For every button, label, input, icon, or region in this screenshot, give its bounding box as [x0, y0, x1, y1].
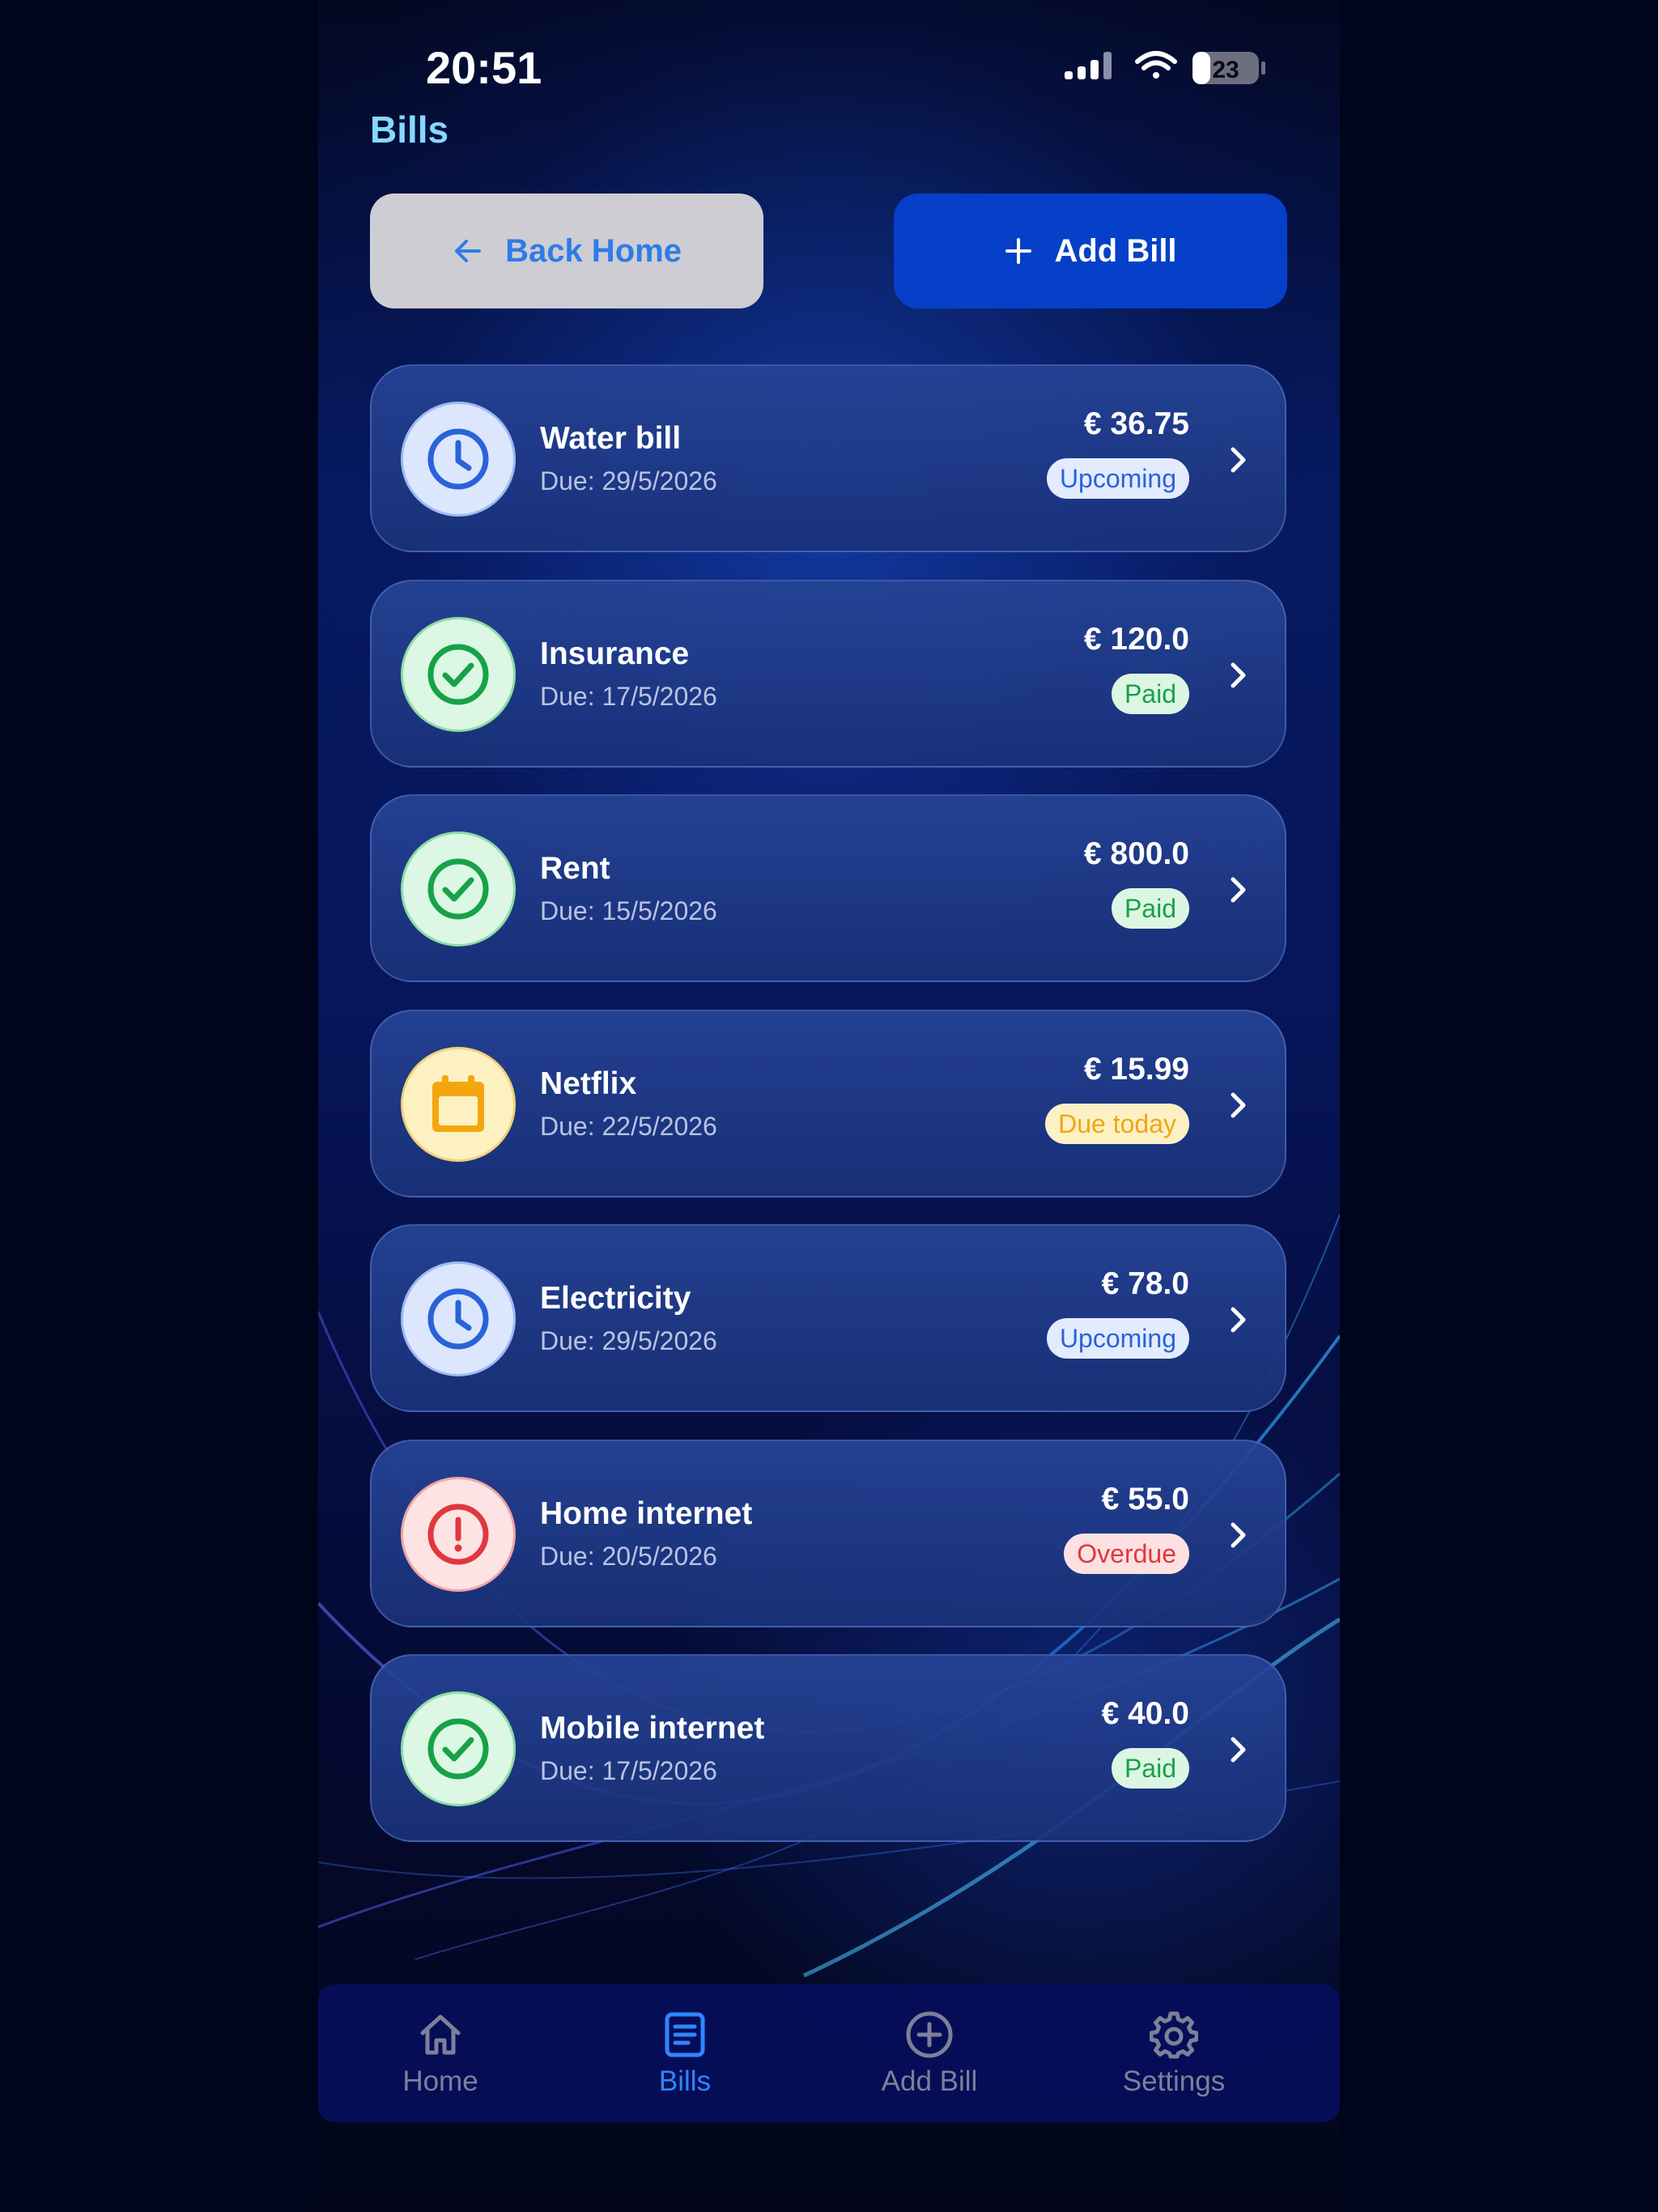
plus-icon — [1005, 238, 1032, 264]
bill-due-date: Due: 22/5/2026 — [540, 1112, 717, 1141]
chevron-right-icon — [1222, 444, 1254, 476]
bill-due-date: Due: 17/5/2026 — [540, 1756, 717, 1785]
bill-due-date: Due: 20/5/2026 — [540, 1542, 717, 1571]
bill-name: Mobile internet — [540, 1711, 765, 1746]
bill-amount: € 120.0 — [1083, 622, 1189, 657]
chevron-right-icon — [1222, 1089, 1254, 1121]
bill-amount: € 36.75 — [1083, 406, 1189, 441]
tab-bills[interactable]: Bills — [563, 1984, 807, 2122]
check-circle-icon — [401, 1691, 516, 1806]
bill-card[interactable]: Netflix Due: 22/5/2026 € 15.99 Due today — [370, 1010, 1286, 1197]
tab-label-bills: Bills — [658, 2065, 712, 2097]
bill-card[interactable]: Mobile internet Due: 17/5/2026 € 40.0 Paid — [370, 1654, 1286, 1842]
document-icon — [665, 2012, 705, 2057]
chevron-right-icon — [1222, 1733, 1254, 1766]
bill-due-date: Due: 15/5/2026 — [540, 896, 717, 925]
bill-name: Rent — [540, 851, 610, 886]
bill-card[interactable]: Insurance Due: 17/5/2026 € 120.0 Paid — [370, 580, 1286, 768]
wifi-icon — [1135, 51, 1177, 79]
bill-amount: € 78.0 — [1101, 1266, 1189, 1301]
tab-label-home: Home — [402, 2065, 478, 2097]
status-badge: Paid — [1111, 674, 1189, 714]
bill-card[interactable]: Electricity Due: 29/5/2026 € 78.0 Upcoming — [370, 1224, 1286, 1412]
add-bill-label: Add Bill — [1054, 232, 1177, 269]
chevron-right-icon — [1222, 659, 1254, 691]
cellular-signal-icon — [1065, 52, 1112, 79]
bill-card[interactable]: Home internet Due: 20/5/2026 € 55.0 Overdue — [370, 1440, 1286, 1627]
bill-name: Electricity — [540, 1281, 691, 1316]
bill-name: Water bill — [540, 421, 682, 456]
bill-amount: € 800.0 — [1083, 836, 1189, 871]
status-badge: Upcoming — [1046, 1318, 1189, 1359]
arrow-left-icon — [455, 240, 482, 262]
svg-text:23: 23 — [1212, 57, 1239, 83]
status-badge: Due today — [1045, 1104, 1189, 1144]
bill-amount: € 40.0 — [1101, 1696, 1189, 1731]
chevron-right-icon — [1222, 1519, 1254, 1551]
page-title: Bills — [370, 108, 449, 151]
bill-name: Home internet — [540, 1496, 753, 1531]
clock-icon — [401, 1261, 516, 1376]
tab-settings[interactable]: Settings — [1052, 1984, 1296, 2122]
plus-circle-icon — [906, 2011, 953, 2058]
bill-name: Netflix — [540, 1066, 637, 1101]
clock-icon — [401, 402, 516, 517]
bottom-tab-bar: Home Bills Add Bill Settings — [318, 1984, 1340, 2122]
bill-card[interactable]: Water bill Due: 29/5/2026 € 36.75 Upcoming — [370, 364, 1286, 552]
battery-icon: 23 — [1192, 52, 1265, 84]
status-badge: Upcoming — [1046, 458, 1189, 499]
tab-label-add-bill: Add Bill — [881, 2065, 978, 2097]
tab-add-bill[interactable]: Add Bill — [807, 1984, 1052, 2122]
status-badge: Overdue — [1064, 1534, 1189, 1574]
status-badge: Paid — [1111, 888, 1189, 929]
bill-name: Insurance — [540, 636, 690, 671]
tab-label-settings: Settings — [1122, 2065, 1226, 2097]
bill-due-date: Due: 29/5/2026 — [540, 1326, 717, 1355]
status-icons: 23 — [1063, 47, 1273, 89]
bill-card[interactable]: Rent Due: 15/5/2026 € 800.0 Paid — [370, 794, 1286, 982]
phone-screen: 20:51 23 Bills Back Home Add Bill Water … — [318, 0, 1340, 2212]
add-bill-button[interactable]: Add Bill — [894, 194, 1287, 308]
bill-amount: € 55.0 — [1101, 1482, 1189, 1516]
alert-circle-icon — [401, 1477, 516, 1592]
back-home-label: Back Home — [505, 232, 682, 269]
check-circle-icon — [401, 832, 516, 946]
status-time: 20:51 — [426, 42, 542, 93]
chevron-right-icon — [1222, 874, 1254, 906]
check-circle-icon — [401, 617, 516, 732]
home-icon — [420, 2014, 461, 2055]
bill-amount: € 15.99 — [1083, 1052, 1189, 1087]
calendar-icon — [401, 1047, 516, 1162]
back-home-button[interactable]: Back Home — [370, 194, 763, 308]
status-badge: Paid — [1111, 1748, 1189, 1789]
chevron-right-icon — [1222, 1304, 1254, 1336]
tab-home[interactable]: Home — [318, 1984, 563, 2122]
bill-due-date: Due: 17/5/2026 — [540, 682, 717, 711]
bill-due-date: Due: 29/5/2026 — [540, 466, 717, 496]
gear-icon — [1150, 2011, 1198, 2059]
